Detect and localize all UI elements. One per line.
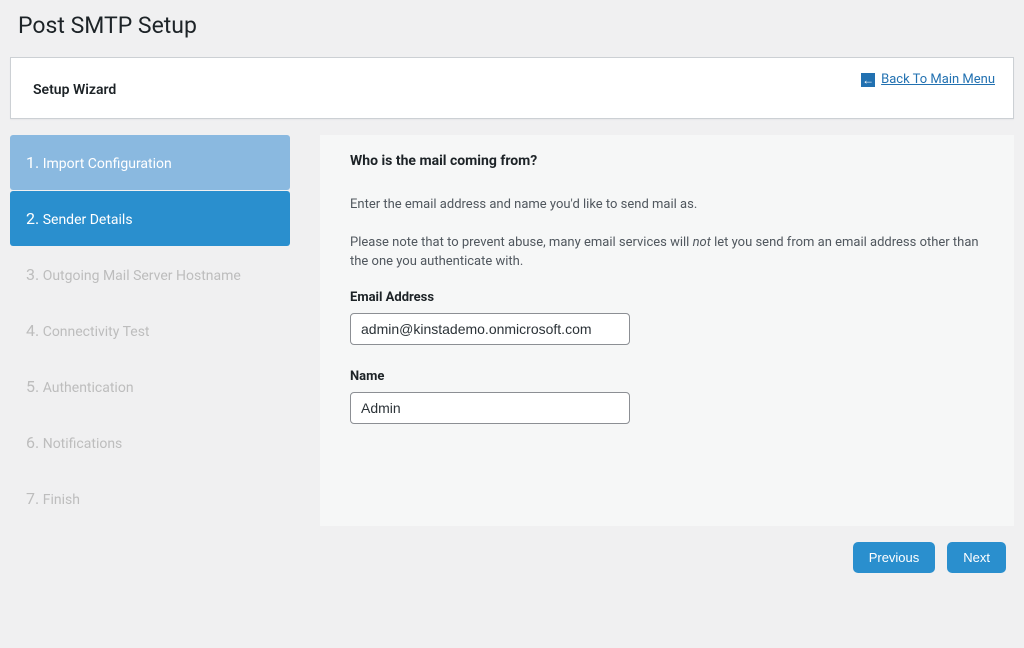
- step-number: 1.: [26, 153, 39, 172]
- name-field[interactable]: [350, 392, 630, 424]
- step-label: Sender Details: [43, 212, 133, 228]
- step-label: Import Configuration: [43, 156, 172, 172]
- content-note: Please note that to prevent abuse, many …: [350, 233, 984, 272]
- step-connectivity-test[interactable]: 4. Connectivity Test: [10, 303, 290, 358]
- content-heading: Who is the mail coming from?: [350, 153, 984, 169]
- wizard-buttons: Previous Next: [10, 542, 1014, 573]
- back-link-label: Back To Main Menu: [881, 72, 995, 87]
- wizard-body: 1. Import Configuration 2. Sender Detail…: [10, 135, 1014, 526]
- wizard-card: ← Back To Main Menu Setup Wizard: [10, 57, 1014, 119]
- wizard-content: Who is the mail coming from? Enter the e…: [320, 135, 1014, 526]
- content-intro: Enter the email address and name you'd l…: [350, 195, 984, 215]
- step-finish[interactable]: 7. Finish: [10, 471, 290, 526]
- step-authentication[interactable]: 5. Authentication: [10, 359, 290, 414]
- step-number: 4.: [26, 321, 39, 340]
- step-number: 5.: [26, 377, 39, 396]
- page-title: Post SMTP Setup: [10, 0, 1014, 57]
- card-title: Setup Wizard: [33, 82, 991, 98]
- previous-button[interactable]: Previous: [853, 542, 936, 573]
- step-sender-details[interactable]: 2. Sender Details: [10, 191, 290, 246]
- next-button[interactable]: Next: [947, 542, 1006, 573]
- email-field[interactable]: [350, 313, 630, 345]
- step-label: Outgoing Mail Server Hostname: [43, 268, 241, 284]
- back-arrow-icon: ←: [861, 73, 875, 87]
- note-em: not: [693, 235, 711, 250]
- wizard-steps: 1. Import Configuration 2. Sender Detail…: [10, 135, 290, 526]
- step-number: 3.: [26, 265, 39, 284]
- step-label: Authentication: [43, 380, 134, 396]
- step-label: Notifications: [43, 436, 123, 452]
- step-notifications[interactable]: 6. Notifications: [10, 415, 290, 470]
- back-to-main-menu-link[interactable]: ← Back To Main Menu: [861, 72, 995, 87]
- email-label: Email Address: [350, 290, 984, 305]
- step-number: 2.: [26, 209, 39, 228]
- step-import-configuration[interactable]: 1. Import Configuration: [10, 135, 290, 190]
- step-number: 6.: [26, 433, 39, 452]
- name-label: Name: [350, 369, 984, 384]
- step-outgoing-mail-server[interactable]: 3. Outgoing Mail Server Hostname: [10, 247, 290, 302]
- step-number: 7.: [26, 489, 39, 508]
- step-label: Connectivity Test: [43, 324, 150, 340]
- step-label: Finish: [43, 492, 80, 508]
- note-text-pre: Please note that to prevent abuse, many …: [350, 235, 693, 250]
